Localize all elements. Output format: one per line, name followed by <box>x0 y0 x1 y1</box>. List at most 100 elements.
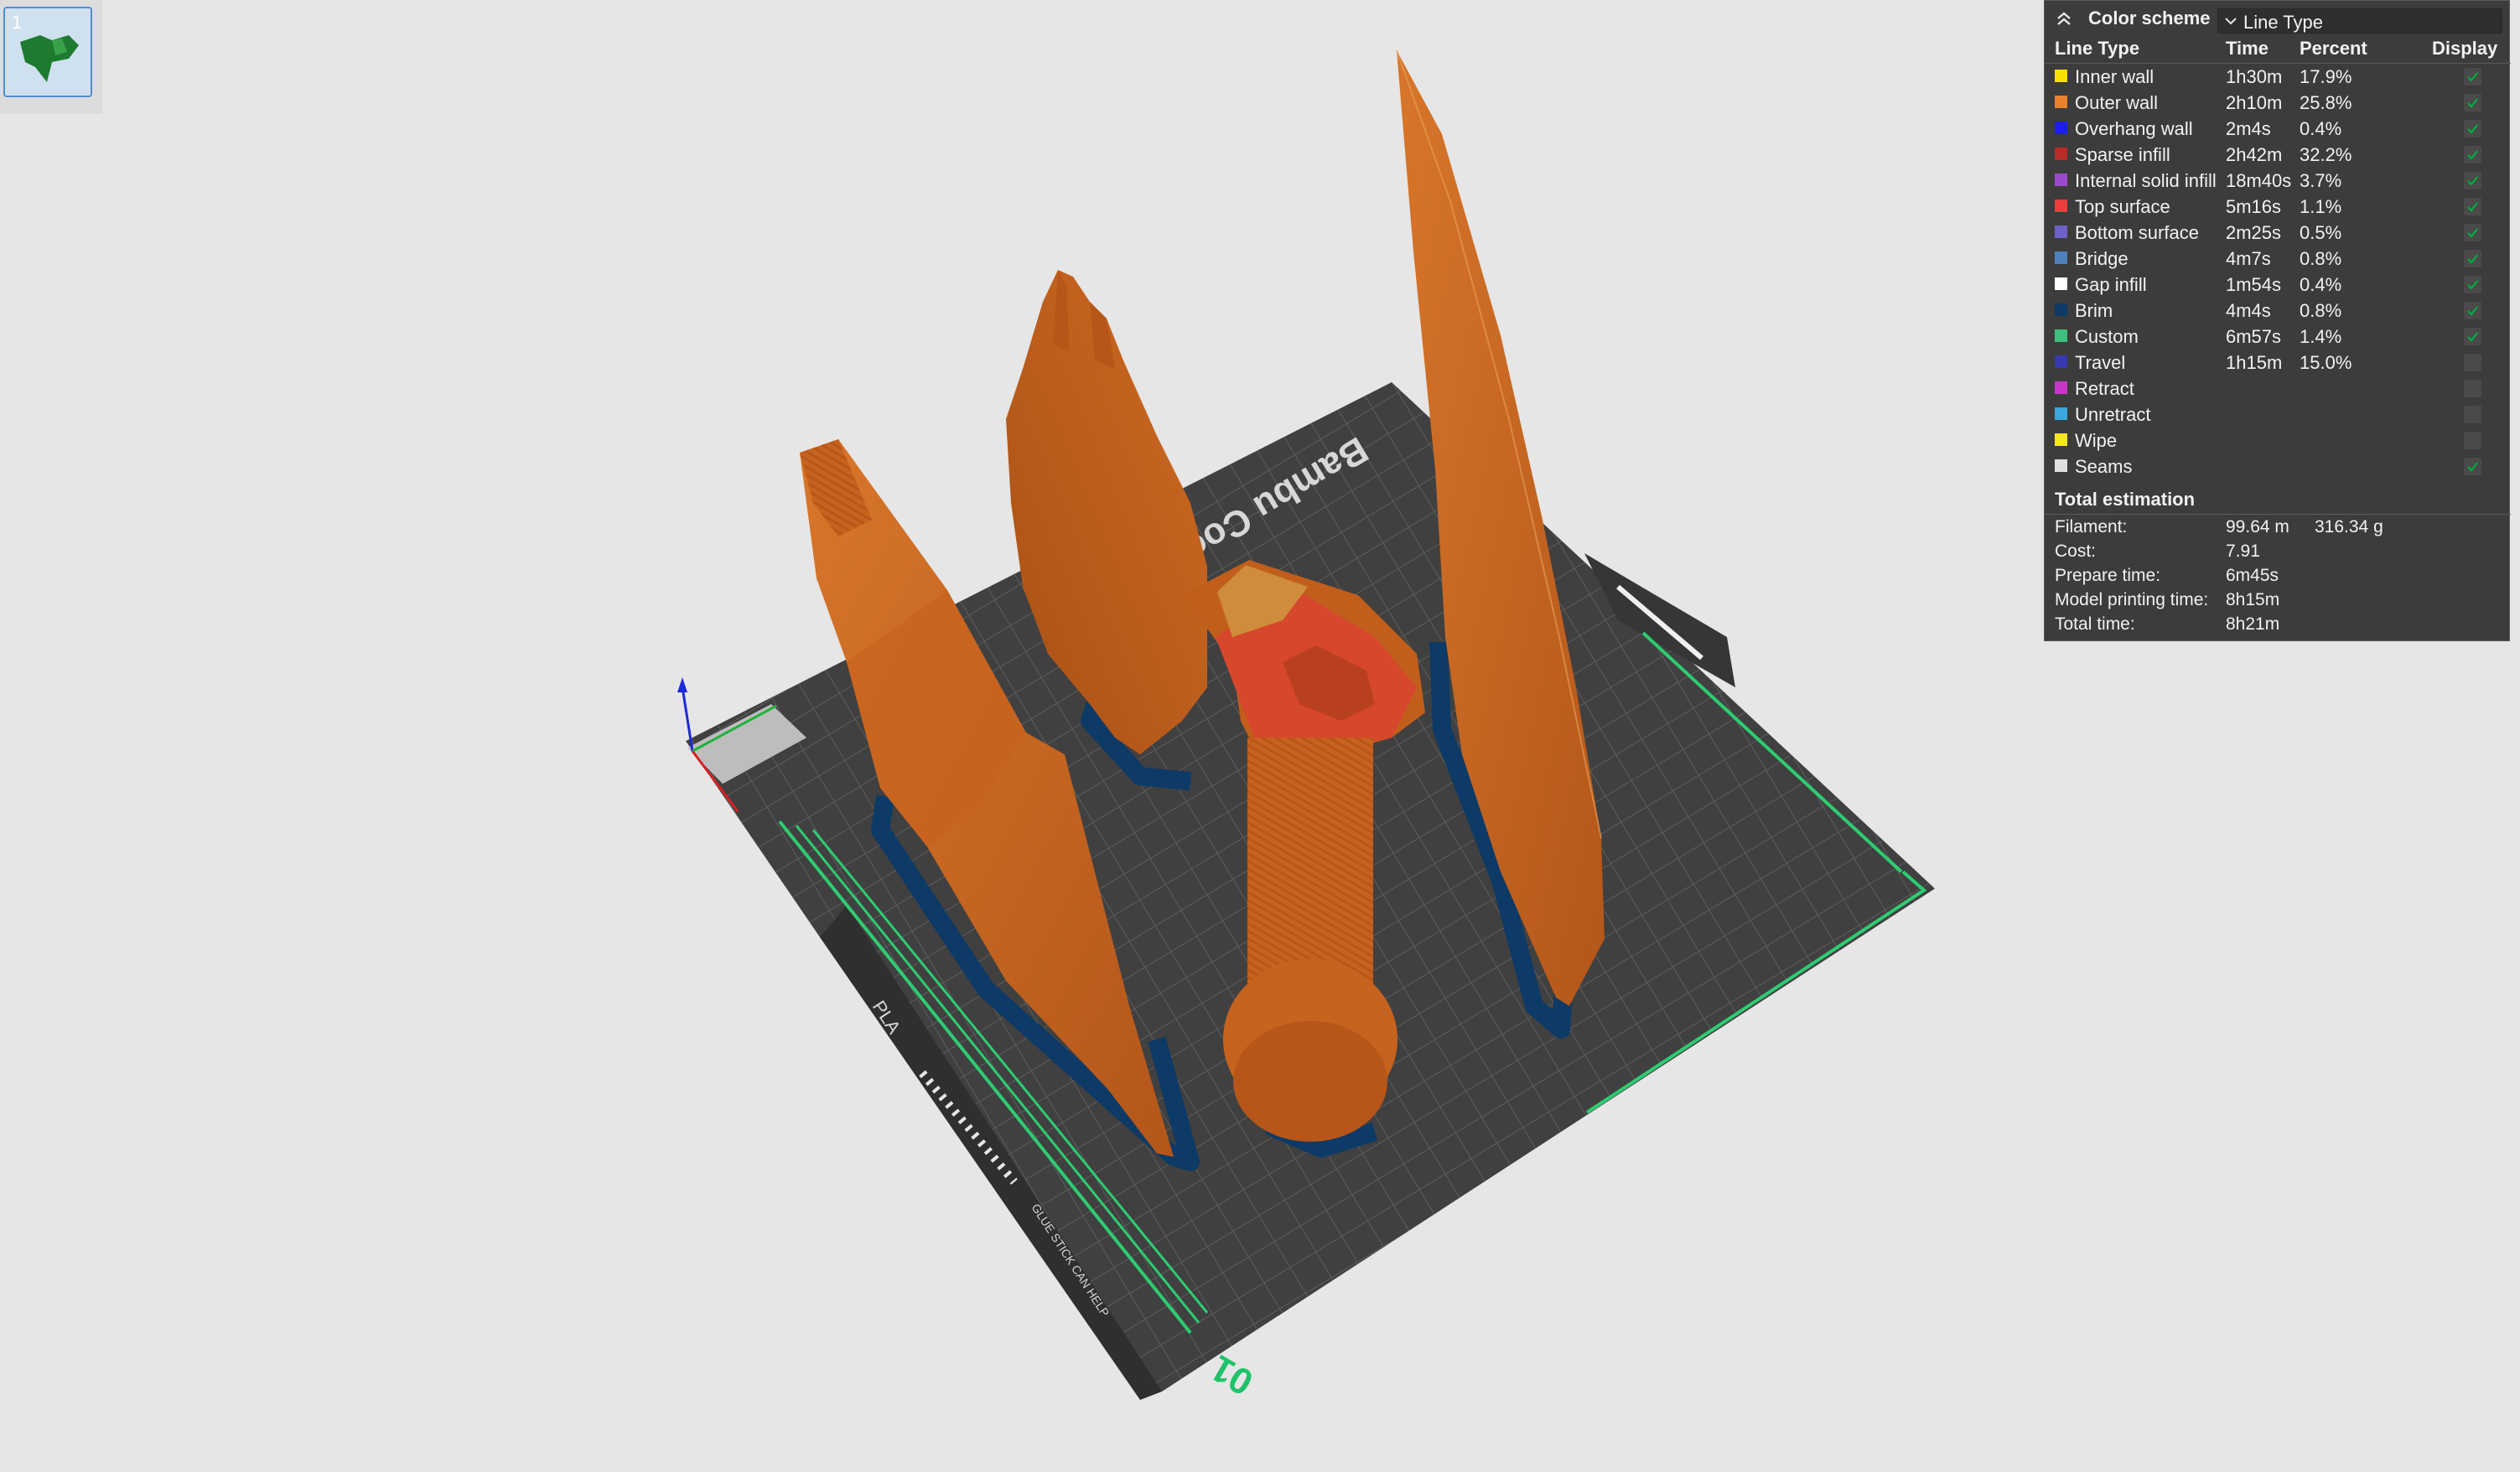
model-printing-time-label: Model printing time: <box>2055 590 2209 609</box>
line-type-time: 2m4s <box>2226 118 2271 139</box>
color-scheme-label: Color scheme <box>2088 8 2211 29</box>
line-type-percent: 3.7% <box>2300 170 2342 191</box>
display-checkbox[interactable] <box>2464 172 2481 189</box>
line-type-percent: 32.2% <box>2300 144 2352 165</box>
total-estimation-title: Total estimation <box>2055 489 2196 510</box>
line-type-label: Seams <box>2075 456 2133 477</box>
display-checkbox[interactable] <box>2464 68 2481 86</box>
color-scheme-dropdown[interactable]: Line Type <box>2217 8 2502 34</box>
color-swatch <box>2055 433 2067 446</box>
line-type-time: 18m40s <box>2226 170 2292 191</box>
line-type-label: Overhang wall <box>2075 118 2193 139</box>
display-checkbox[interactable] <box>2464 302 2481 319</box>
line-type-percent: 0.4% <box>2300 274 2342 295</box>
prepare-time-value: 6m45s <box>2226 566 2279 585</box>
legend-row: Sparse infill 2h42m 32.2% <box>2045 142 2511 168</box>
header-percent: Percent <box>2300 38 2367 59</box>
line-type-label: Bottom surface <box>2075 222 2199 243</box>
color-swatch <box>2055 407 2067 420</box>
plate-thumbnail[interactable]: 1 <box>3 7 92 97</box>
legend-row: Unretract <box>2045 402 2511 428</box>
line-type-time: 1h15m <box>2226 352 2283 373</box>
display-checkbox[interactable] <box>2464 250 2481 267</box>
display-checkbox[interactable] <box>2464 458 2481 475</box>
color-scheme-legend: Color scheme Line Type Line Type Time Pe… <box>2044 0 2511 641</box>
legend-row: Brim 4m4s 0.8% <box>2045 298 2511 324</box>
check-icon <box>2467 228 2478 238</box>
legend-row: Outer wall 2h10m 25.8% <box>2045 90 2511 116</box>
filament-length: 99.64 m <box>2226 517 2289 536</box>
header-display: Display <box>2432 38 2498 59</box>
line-type-label: Sparse infill <box>2075 144 2170 165</box>
display-checkbox[interactable] <box>2464 120 2481 137</box>
total-divider <box>2045 514 2511 515</box>
line-type-label: Travel <box>2075 352 2126 373</box>
line-type-label: Top surface <box>2075 196 2170 217</box>
color-swatch <box>2055 355 2067 368</box>
cost-label: Cost: <box>2055 542 2097 561</box>
plate-index: 1 <box>12 12 23 33</box>
color-swatch <box>2055 303 2067 316</box>
cost-value: 7.91 <box>2226 542 2260 561</box>
display-checkbox[interactable] <box>2464 432 2481 449</box>
line-type-percent: 15.0% <box>2300 352 2352 373</box>
check-icon <box>2467 254 2478 264</box>
color-swatch <box>2055 277 2067 290</box>
legend-row: Bridge 4m7s 0.8% <box>2045 246 2511 272</box>
check-icon <box>2467 72 2478 82</box>
plate-thumbnail-panel: 1 <box>0 0 102 114</box>
header-line-type: Line Type <box>2055 38 2140 59</box>
legend-row: Retract <box>2045 376 2511 402</box>
line-type-time: 2h42m <box>2226 144 2283 165</box>
check-icon <box>2467 202 2478 212</box>
legend-row: Internal solid infill 18m40s 3.7% <box>2045 168 2511 194</box>
color-swatch <box>2055 148 2067 160</box>
check-icon <box>2467 462 2478 472</box>
legend-row: Gap infill 1m54s 0.4% <box>2045 272 2511 298</box>
display-checkbox[interactable] <box>2464 276 2481 293</box>
display-checkbox[interactable] <box>2464 146 2481 163</box>
display-checkbox[interactable] <box>2464 198 2481 215</box>
legend-row: Overhang wall 2m4s 0.4% <box>2045 116 2511 142</box>
line-type-percent: 0.8% <box>2300 248 2342 269</box>
legend-header: Color scheme Line Type <box>2045 1 2511 38</box>
line-type-label: Wipe <box>2075 430 2118 451</box>
color-swatch <box>2055 329 2067 342</box>
line-type-percent: 0.5% <box>2300 222 2342 243</box>
check-icon <box>2467 280 2478 290</box>
total-time-label: Total time: <box>2055 614 2135 634</box>
line-type-label: Internal solid infill <box>2075 170 2217 191</box>
line-type-label: Unretract <box>2075 404 2151 425</box>
display-checkbox[interactable] <box>2464 94 2481 111</box>
header-time: Time <box>2226 38 2269 59</box>
display-checkbox[interactable] <box>2464 328 2481 345</box>
line-type-time: 2h10m <box>2226 92 2283 113</box>
color-swatch <box>2055 225 2067 238</box>
line-type-time: 6m57s <box>2226 326 2282 347</box>
line-type-time: 4m7s <box>2226 248 2271 269</box>
line-type-percent: 17.9% <box>2300 66 2352 87</box>
filament-label: Filament: <box>2055 517 2128 536</box>
check-icon <box>2467 124 2478 134</box>
color-swatch <box>2055 381 2067 394</box>
display-checkbox[interactable] <box>2464 224 2481 241</box>
line-type-time: 1m54s <box>2226 274 2282 295</box>
display-checkbox[interactable] <box>2464 406 2481 423</box>
chevron-down-icon <box>2225 18 2237 25</box>
color-swatch <box>2055 122 2067 134</box>
color-swatch <box>2055 70 2067 82</box>
legend-row: Custom 6m57s 1.4% <box>2045 324 2511 350</box>
line-type-time: 4m4s <box>2226 300 2271 321</box>
total-time-value: 8h21m <box>2226 614 2280 634</box>
check-icon <box>2467 176 2478 186</box>
line-type-label: Inner wall <box>2075 66 2154 87</box>
display-checkbox[interactable] <box>2464 354 2481 371</box>
collapse-icon[interactable] <box>2053 8 2075 30</box>
line-type-label: Retract <box>2075 378 2134 399</box>
line-type-time: 2m25s <box>2226 222 2282 243</box>
display-checkbox[interactable] <box>2464 380 2481 397</box>
line-type-percent: 0.8% <box>2300 300 2342 321</box>
legend-row: Bottom surface 2m25s 0.5% <box>2045 220 2511 246</box>
legend-row: Wipe <box>2045 428 2511 454</box>
line-type-label: Outer wall <box>2075 92 2159 113</box>
